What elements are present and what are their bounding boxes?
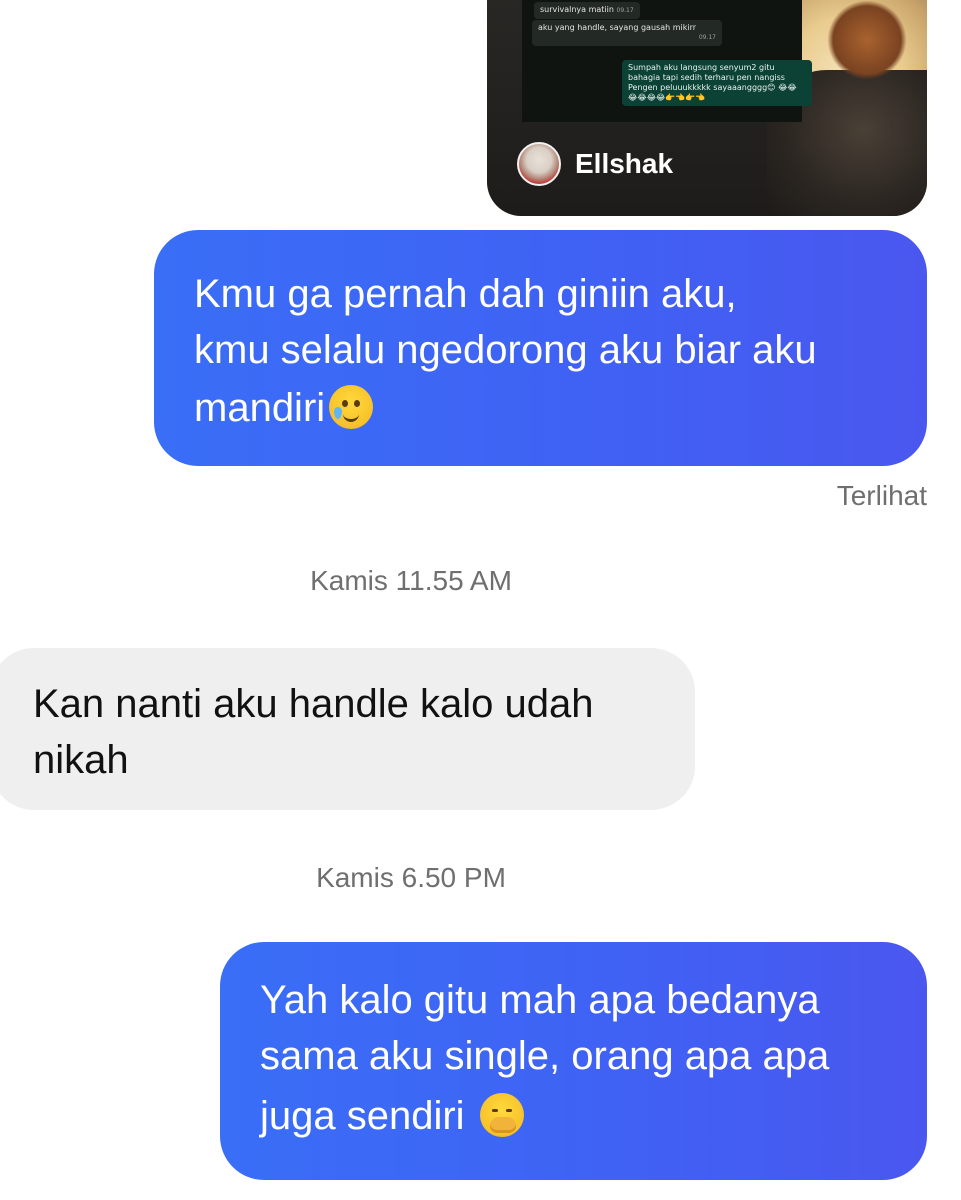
yawning-face-icon [479, 1093, 524, 1137]
message-text-line: kmu selalu ngedorong aku biar aku [194, 328, 817, 372]
timestamp: Kamis 6.50 PM [316, 862, 506, 893]
story-chat-screenshot: survivalnya matiin 09.17 aku yang handle… [522, 0, 812, 122]
received-message-bubble[interactable]: Kan nanti aku handle kalo udah nikah [0, 648, 695, 810]
story-owner-name[interactable]: Ellshak [575, 148, 673, 180]
screenshot-message: survivalnya matiin 09.17 [534, 2, 640, 19]
message-text-line: nikah [33, 738, 129, 782]
screenshot-message: Sumpah aku langsung senyum2 gitu bahagia… [622, 60, 812, 106]
message-text-line: mandiri [194, 380, 374, 436]
shared-story-card[interactable]: survivalnya matiin 09.17 aku yang handle… [487, 0, 927, 216]
message-text-line: sama aku single, orang apa apa [260, 1034, 830, 1078]
story-owner[interactable]: Ellshak [517, 140, 673, 188]
message-text-line: Yah kalo gitu mah apa bedanya [260, 978, 820, 1022]
screenshot-message: aku yang handle, sayang gausah mikirr 09… [532, 20, 722, 46]
timestamp: Kamis 11.55 AM [310, 565, 512, 596]
sent-message-bubble[interactable]: Kmu ga pernah dah giniin aku, kmu selalu… [154, 230, 927, 466]
seen-status: Terlihat [836, 480, 927, 511]
sent-message-bubble[interactable]: Yah kalo gitu mah apa bedanya sama aku s… [220, 942, 927, 1180]
message-text-line: Kmu ga pernah dah giniin aku, [194, 272, 737, 316]
message-text-line: Kan nanti aku handle kalo udah [33, 682, 594, 726]
message-text-line: juga sendiri [260, 1088, 524, 1144]
face-holding-back-tears-icon [329, 385, 374, 429]
story-background-shrimp [827, 0, 907, 80]
avatar[interactable] [517, 142, 561, 186]
